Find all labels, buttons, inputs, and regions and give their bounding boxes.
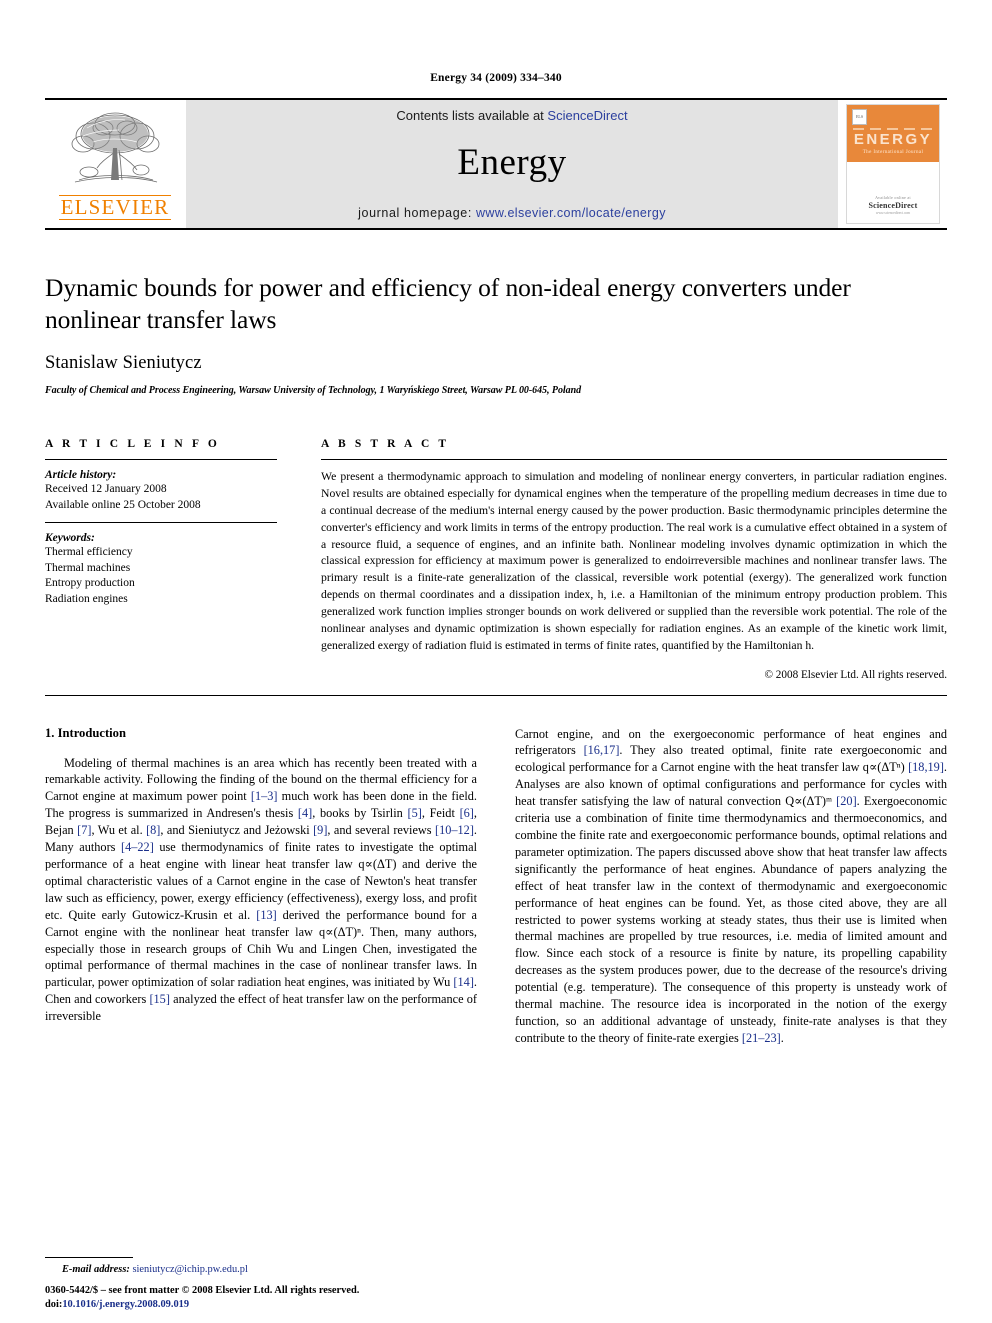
article-info-label: A R T I C L E I N F O	[45, 438, 220, 451]
issn-copyright-block: 0360-5442/$ – see front matter © 2008 El…	[45, 1284, 475, 1313]
contents-available-line: Contents lists available at ScienceDirec…	[396, 108, 627, 123]
cover-title: ENERGY	[853, 131, 933, 148]
cover-footer: Available online at ScienceDirect www.sc…	[847, 195, 939, 215]
cover-subtitle: The International Journal	[862, 150, 924, 155]
homepage-prefix: journal homepage:	[358, 206, 476, 220]
doi-label: doi:	[45, 1299, 63, 1311]
info-abstract-row: A R T I C L E I N F O Article history: R…	[45, 438, 948, 696]
body-column-left: 1. Introduction Modeling of thermal mach…	[45, 726, 477, 1047]
article-page: Energy 34 (2009) 334–340 ELSEVIER Conten…	[0, 0, 992, 1323]
journal-homepage-line: journal homepage: www.elsevier.com/locat…	[358, 206, 666, 220]
citation-ref[interactable]: [5]	[407, 806, 421, 820]
citation-ref[interactable]: [7]	[77, 823, 91, 837]
cover-body: Available online at ScienceDirect www.sc…	[847, 162, 939, 223]
article-history-label: Article history:	[45, 469, 117, 482]
elsevier-tree-icon	[71, 113, 160, 183]
elsevier-logo: ELSEVIER	[45, 100, 185, 228]
body-column-right: Carnot engine, and on the exergoeconomic…	[515, 726, 947, 1047]
homepage-url-link[interactable]: www.elsevier.com/locate/energy	[476, 206, 666, 220]
citation-ref[interactable]: [6]	[460, 806, 474, 820]
cover-decorative-rule	[853, 128, 933, 130]
abstract-label: A B S T R A C T	[321, 438, 450, 451]
section-heading-introduction: 1. Introduction	[45, 725, 126, 740]
keywords-label: Keywords:	[45, 532, 95, 545]
citation-ref[interactable]: [20]	[836, 794, 857, 808]
keyword-item: Thermal efficiency	[45, 546, 133, 559]
abstract-text: We present a thermodynamic approach to s…	[321, 470, 947, 652]
elsevier-wordmark: ELSEVIER	[58, 195, 172, 220]
cover-top-band: ELS ENERGY The International Journal	[847, 105, 939, 162]
cover-foot-url: www.sciencedirect.com	[875, 211, 911, 215]
citation-ref[interactable]: [8]	[146, 823, 160, 837]
journal-cover-container: ELS ENERGY The International Journal Ava…	[839, 100, 947, 228]
citation-ref[interactable]: [15]	[149, 992, 170, 1006]
footnote-rule	[45, 1257, 133, 1258]
citation-ref[interactable]: [4–22]	[121, 840, 154, 854]
doi-line: doi:10.1016/j.energy.2008.09.019	[45, 1298, 475, 1313]
title-block: Dynamic bounds for power and efficiency …	[45, 272, 947, 396]
article-info-column: A R T I C L E I N F O Article history: R…	[45, 438, 277, 680]
abstract-column: A B S T R A C T We present a thermodynam…	[321, 438, 948, 681]
citation-ref[interactable]: [13]	[256, 908, 277, 922]
author-list: Stanislaw Sieniutycz	[45, 353, 202, 374]
page-title: Dynamic bounds for power and efficiency …	[45, 273, 851, 335]
journal-masthead: ELSEVIER Contents lists available at Sci…	[45, 98, 947, 230]
footnote-email-line: E-mail address: sieniutycz@ichip.pw.edu.…	[45, 1264, 463, 1275]
citation-ref[interactable]: [4]	[298, 806, 312, 820]
masthead-center-panel: Contents lists available at ScienceDirec…	[185, 100, 839, 228]
article-history-group: Article history: Received 12 January 200…	[45, 469, 277, 524]
citation-ref[interactable]: [18,19]	[908, 760, 944, 774]
article-info-divider	[45, 459, 277, 461]
email-link[interactable]: sieniutycz@ichip.pw.edu.pl	[132, 1264, 247, 1275]
email-label: E-mail address:	[62, 1264, 130, 1275]
cover-foot-available: Available online at	[875, 195, 911, 200]
abstract-divider	[321, 459, 947, 461]
citation-ref[interactable]: [14]	[453, 975, 474, 989]
intro-paragraph-right: Carnot engine, and on the exergoeconomic…	[515, 726, 947, 1045]
article-history-received: Received 12 January 2008	[45, 483, 167, 496]
journal-cover-thumbnail: ELS ENERGY The International Journal Ava…	[846, 104, 940, 224]
cover-foot-brand: ScienceDirect	[868, 201, 918, 210]
journal-title: Energy	[457, 142, 567, 183]
intro-paragraph-left: Modeling of thermal machines is an area …	[45, 755, 478, 1024]
author-affiliation: Faculty of Chemical and Process Engineer…	[45, 385, 582, 397]
article-history-online: Available online 25 October 2008	[45, 498, 201, 511]
doi-link[interactable]: 10.1016/j.energy.2008.09.019	[62, 1299, 189, 1310]
citation-ref[interactable]: [1–3]	[251, 789, 278, 803]
sciencedirect-link[interactable]: ScienceDirect	[547, 108, 627, 123]
abstract-copyright: © 2008 Elsevier Ltd. All rights reserved…	[764, 668, 948, 681]
citation-ref[interactable]: [9]	[313, 823, 327, 837]
citation-ref[interactable]: [10–12]	[435, 823, 474, 837]
cover-publisher-badge: ELS	[852, 109, 867, 125]
body-columns: 1. Introduction Modeling of thermal mach…	[45, 726, 947, 1047]
keyword-item: Radiation engines	[45, 592, 128, 605]
citation-ref[interactable]: [16,17]	[584, 743, 620, 757]
contents-prefix: Contents lists available at	[396, 108, 548, 123]
keywords-group: Keywords: Thermal efficiency Thermal mac…	[45, 523, 277, 607]
citation-ref[interactable]: [21–23]	[742, 1031, 781, 1045]
keyword-item: Thermal machines	[45, 561, 131, 574]
issn-line: 0360-5442/$ – see front matter © 2008 El…	[45, 1284, 360, 1296]
keyword-item: Entropy production	[45, 577, 135, 590]
footnote-block: E-mail address: sieniutycz@ichip.pw.edu.…	[45, 1257, 463, 1275]
running-head: Energy 34 (2009) 334–340	[430, 72, 562, 84]
